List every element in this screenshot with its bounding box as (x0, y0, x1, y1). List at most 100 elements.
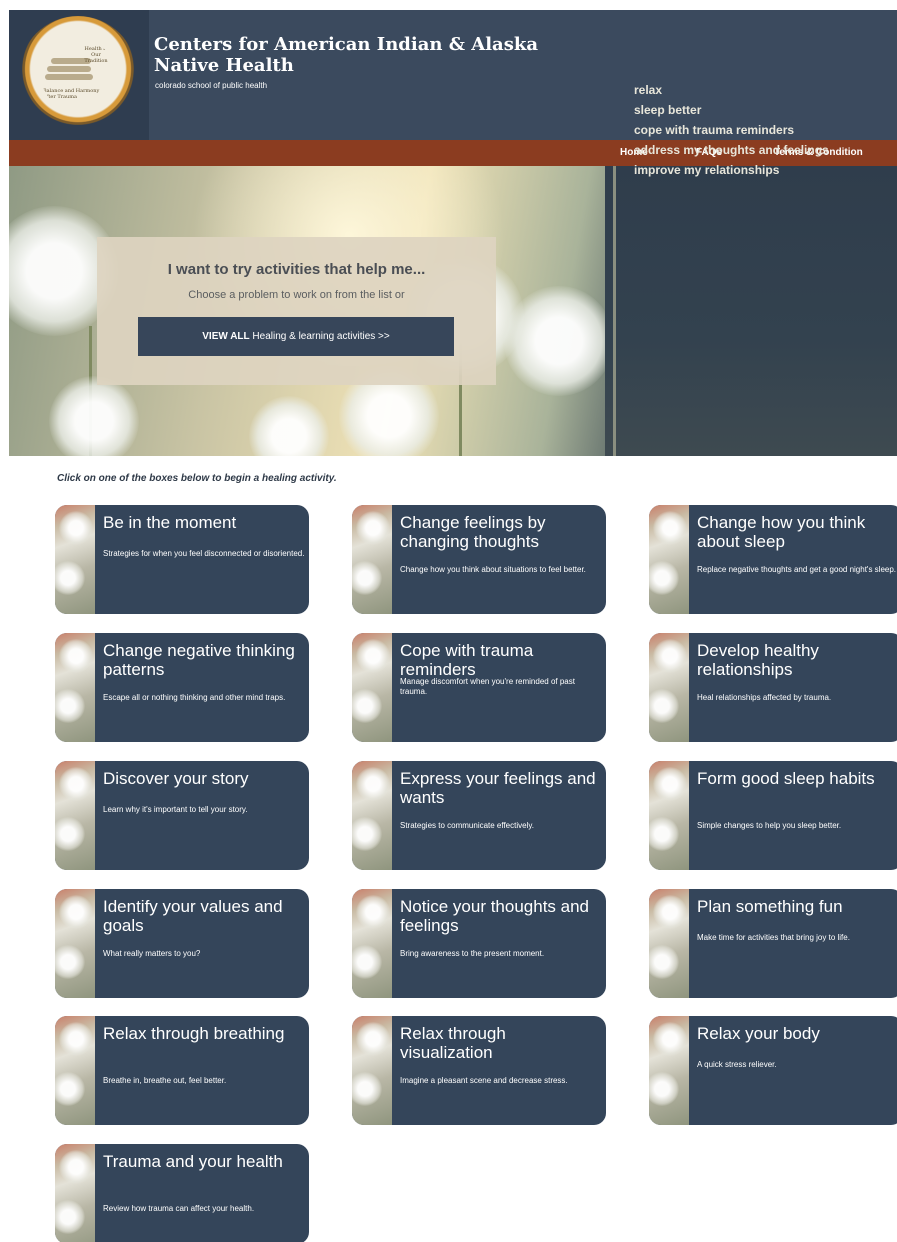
dandelion-image (249, 396, 329, 456)
dandelion-image (352, 1072, 382, 1106)
logo-stone (47, 66, 91, 72)
card-title: Change feelings by changing thoughts (400, 513, 546, 551)
card-thumbnail-image (55, 1144, 95, 1242)
activity-card[interactable]: Trauma and your health Review how trauma … (55, 1144, 309, 1242)
dandelion-image (649, 689, 679, 723)
dandelion-image (352, 817, 382, 851)
dandelion-image (352, 561, 382, 595)
dandelion-image (55, 817, 85, 851)
activity-card[interactable]: Cope with trauma reminders Manage discomf… (352, 633, 606, 742)
dandelion-image (59, 1150, 93, 1184)
logo-container[interactable]: Health is Our Tradition Balance and Harm… (9, 10, 149, 140)
card-thumbnail-image (649, 761, 689, 870)
activity-card[interactable]: Be in the moment Strategies for when you … (55, 505, 309, 614)
instruction-text: Click on one of the boxes below to begin… (57, 473, 337, 484)
card-thumbnail-image (352, 761, 392, 870)
dandelion-image (356, 767, 390, 801)
card-thumbnail-image (649, 633, 689, 742)
org-subtitle: colorado school of public health (155, 81, 268, 90)
topic-sleep-better[interactable]: sleep better (634, 100, 829, 120)
card-title: Plan something fun (697, 897, 843, 916)
logo-text-bottom: Balance and Harmony After Trauma (43, 88, 100, 100)
dandelion-image (653, 511, 687, 545)
dandelion-image (653, 639, 687, 673)
dandelion-image (55, 1200, 85, 1234)
dandelion-image (649, 1072, 679, 1106)
view-all-bold: VIEW ALL (202, 331, 250, 342)
activity-card[interactable]: Change feelings by changing thoughts Chan… (352, 505, 606, 614)
dandelion-image (649, 817, 679, 851)
dandelion-image (59, 1022, 93, 1056)
dandelion-image (59, 895, 93, 929)
card-title: Change how you think about sleep (697, 513, 866, 551)
topic-relax[interactable]: relax (634, 80, 829, 100)
org-title: Centers for American Indian & Alaska Nat… (154, 34, 538, 76)
card-title: Cope with trauma reminders (400, 641, 534, 679)
dandelion-image (653, 767, 687, 801)
card-thumbnail-image (55, 889, 95, 998)
activity-card[interactable]: Relax through breathing Breathe in, breat… (55, 1016, 309, 1125)
activity-card[interactable]: Develop healthy relationships Heal relati… (649, 633, 897, 742)
card-title: Notice your thoughts and feelings (400, 897, 590, 935)
topic-relationships[interactable]: improve my relationships (634, 160, 829, 180)
view-all-label: Healing & learning activities >> (249, 331, 390, 342)
dandelion-image (352, 945, 382, 979)
hero-divider (613, 166, 616, 456)
activity-card[interactable]: Notice your thoughts and feelings Bring a… (352, 889, 606, 998)
card-description: Imagine a pleasant scene and decrease st… (400, 1076, 568, 1085)
activity-card[interactable]: Express your feelings and wants Strategie… (352, 761, 606, 870)
card-thumbnail-image (352, 889, 392, 998)
activity-card[interactable]: Relax your body A quick stress reliever. (649, 1016, 897, 1125)
topic-cope-trauma[interactable]: cope with trauma reminders (634, 120, 829, 140)
activity-card[interactable]: Change negative thinking patterns Escape … (55, 633, 309, 742)
logo-text-top: Health is Our Tradition (84, 46, 108, 64)
card-thumbnail-image (352, 633, 392, 742)
card-thumbnail-image (649, 889, 689, 998)
card-thumbnail-image (352, 1016, 392, 1125)
dandelion-image (649, 561, 679, 595)
dandelion-image (653, 895, 687, 929)
dandelion-image (356, 511, 390, 545)
card-thumbnail-image (55, 505, 95, 614)
card-title: Form good sleep habits (697, 769, 875, 788)
card-thumbnail-image (649, 505, 689, 614)
card-description: Escape all or nothing thinking and other… (103, 693, 286, 702)
card-thumbnail-image (649, 1016, 689, 1125)
activity-card[interactable]: Relax through visualization Imagine a ple… (352, 1016, 606, 1125)
dandelion-image (352, 689, 382, 723)
card-description: Replace negative thoughts and get a good… (697, 565, 897, 574)
card-description: Breathe in, breathe out, feel better. (103, 1076, 227, 1085)
card-thumbnail-image (55, 633, 95, 742)
card-description: Manage discomfort when you're reminded o… (400, 677, 575, 696)
dandelion-image (649, 945, 679, 979)
activity-card[interactable]: Identify your values and goals What reall… (55, 889, 309, 998)
card-title: Express your feelings and wants (400, 769, 596, 807)
activity-card[interactable]: Form good sleep habits Simple changes to … (649, 761, 897, 870)
card-thumbnail-image (55, 761, 95, 870)
prompt-subtitle: Choose a problem to work on from the lis… (188, 289, 405, 301)
card-description: Learn why it's important to tell your st… (103, 805, 248, 814)
card-title: Trauma and your health (103, 1152, 283, 1171)
dandelion-image (59, 767, 93, 801)
dandelion-image (55, 1072, 85, 1106)
topic-thoughts-feelings[interactable]: address my thoughts and feelings (634, 140, 829, 160)
site-logo[interactable]: Health is Our Tradition Balance and Harm… (19, 16, 137, 134)
activity-card[interactable]: Change how you think about sleep Replace … (649, 505, 897, 614)
card-description: Review how trauma can affect your health… (103, 1204, 255, 1213)
topic-list: relax sleep better cope with trauma remi… (634, 80, 829, 180)
dandelion-image (653, 1022, 687, 1056)
card-title: Discover your story (103, 769, 249, 788)
activity-card[interactable]: Plan something fun Make time for activiti… (649, 889, 897, 998)
card-description: Heal relationships affected by trauma. (697, 693, 832, 702)
dandelion-image (55, 561, 85, 595)
card-title: Relax through breathing (103, 1024, 285, 1043)
prompt-title: I want to try activities that help me... (167, 261, 426, 278)
card-title: Change negative thinking patterns (103, 641, 295, 679)
view-all-button[interactable]: VIEW ALL Healing & learning activities >… (138, 317, 454, 356)
card-description: Bring awareness to the present moment. (400, 949, 545, 958)
card-description: A quick stress reliever. (697, 1060, 777, 1069)
activity-card[interactable]: Discover your story Learn why it's import… (55, 761, 309, 870)
card-description: Simple changes to help you sleep better. (697, 821, 842, 830)
card-title: Be in the moment (103, 513, 237, 532)
dandelion-image (55, 945, 85, 979)
